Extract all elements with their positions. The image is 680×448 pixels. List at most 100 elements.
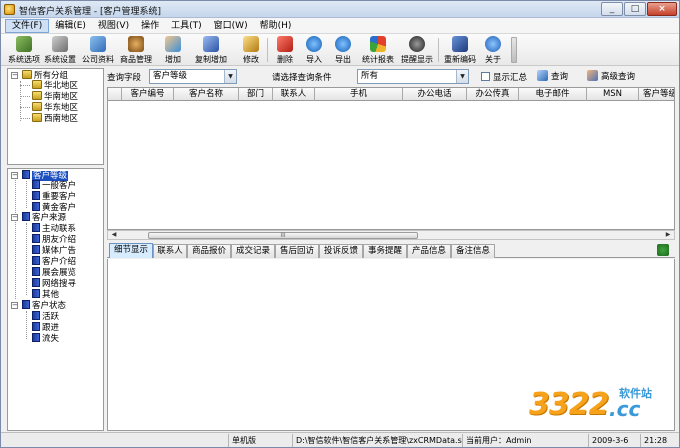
tab-complaints[interactable]: 投诉反馈: [319, 244, 363, 258]
tree-expander[interactable]: −: [11, 302, 18, 309]
tree-node-status-item[interactable]: 流失: [32, 333, 59, 344]
scroll-left-icon[interactable]: ◀: [109, 231, 119, 239]
bell-icon: [409, 36, 425, 52]
toolbar-export-button[interactable]: 导出: [331, 36, 355, 64]
menu-file[interactable]: 文件(F): [5, 18, 50, 33]
tree-node-source-item[interactable]: 网络搜寻: [32, 278, 76, 289]
show-summary-checkbox[interactable]: [481, 72, 490, 81]
column-header[interactable]: 联系人: [273, 88, 315, 101]
tree-node-region[interactable]: 华南地区: [32, 91, 78, 102]
toolbar-system-options-button[interactable]: 系统选项: [7, 36, 41, 64]
toolbar-overflow-handle[interactable]: [511, 37, 517, 63]
show-summary-label: 显示汇总: [493, 73, 528, 83]
book-icon: [32, 289, 40, 298]
column-header[interactable]: MSN: [587, 88, 639, 101]
query-bar: 查询字段 客户等级 ▼ 请选择查询条件 所有 ▼ 显示汇总 查询 高级查询: [107, 68, 675, 86]
grid-horizontal-scrollbar[interactable]: ◀ III ▶: [107, 230, 675, 240]
region-tree: − 所有分组 华北地区 华南地区 华东地区 西南地区: [7, 68, 104, 165]
menu-edit[interactable]: 编辑(E): [49, 19, 92, 33]
close-button[interactable]: ×: [647, 2, 677, 16]
book-icon: [32, 267, 40, 276]
query-condition-label: 请选择查询条件: [272, 73, 332, 83]
column-header[interactable]: 办公电话: [403, 88, 467, 101]
toolbar-add-button[interactable]: 增加: [161, 36, 185, 64]
query-condition-select[interactable]: 所有 ▼: [357, 69, 469, 84]
tree-expander[interactable]: −: [11, 72, 18, 79]
add-user-icon: [165, 36, 181, 52]
tree-node-source-item[interactable]: 展会展览: [32, 267, 76, 278]
scroll-right-icon[interactable]: ▶: [663, 231, 673, 239]
column-header[interactable]: 客户编号: [122, 88, 174, 101]
toolbar-import-button[interactable]: 导入: [302, 36, 326, 64]
toolbar-product-manage-button[interactable]: 商品管理: [118, 36, 154, 64]
menu-view[interactable]: 视图(V): [92, 19, 135, 33]
toolbar-separator: [438, 38, 439, 62]
tab-deals[interactable]: 成交记录: [231, 244, 275, 258]
tree-node-customer-source[interactable]: 客户来源: [22, 212, 66, 223]
watermark-number: 3322: [529, 387, 609, 422]
advanced-query-button[interactable]: 高级查询: [587, 70, 635, 84]
tree-node-source-item[interactable]: 主动联系: [32, 223, 76, 234]
tab-quotes[interactable]: 商品报价: [187, 244, 231, 258]
tools-icon: [52, 36, 68, 52]
toolbar-system-settings-button[interactable]: 系统设置: [43, 36, 77, 64]
column-header[interactable]: 客户等级: [639, 88, 674, 101]
toolbar-about-button[interactable]: 关于: [481, 36, 505, 64]
customer-grid[interactable]: 客户编号 客户名称 部门 联系人 手机 办公电话 办公传真 电子邮件 MSN 客…: [107, 87, 675, 230]
toolbar-delete-button[interactable]: 删除: [273, 36, 297, 64]
column-header[interactable]: 电子邮件: [519, 88, 587, 101]
tree-node-region[interactable]: 西南地区: [32, 113, 78, 124]
refresh-icon[interactable]: [657, 244, 669, 256]
column-header[interactable]: 部门: [239, 88, 273, 101]
folder-icon: [32, 113, 42, 122]
book-icon: [32, 322, 40, 331]
tree-expander[interactable]: −: [11, 214, 18, 221]
tree-node-status-item[interactable]: 活跃: [32, 311, 59, 322]
tab-notes[interactable]: 备注信息: [451, 244, 495, 258]
tree-node-status-item[interactable]: 跟进: [32, 322, 59, 333]
query-field-label: 查询字段: [107, 73, 142, 83]
tree-expander[interactable]: −: [11, 172, 18, 179]
book-icon: [32, 223, 40, 232]
tree-node-region[interactable]: 华东地区: [32, 102, 78, 113]
category-tree: − 客户等级 一般客户 重要客户 黄金客户 − 客户来源 主动联系 朋友介绍 媒…: [7, 168, 104, 431]
product-icon: [128, 36, 144, 52]
tab-product-info[interactable]: 产品信息: [407, 244, 451, 258]
menu-operation[interactable]: 操作: [135, 19, 165, 33]
toolbar-reminder-button[interactable]: 提醒显示: [399, 36, 435, 64]
toolbar-report-button[interactable]: 统计报表: [360, 36, 396, 64]
maximize-button[interactable]: □: [624, 2, 646, 16]
column-header[interactable]: 办公传真: [467, 88, 519, 101]
toolbar-recode-button[interactable]: 重新编码: [442, 36, 478, 64]
tab-contacts[interactable]: 联系人: [153, 244, 187, 258]
toolbar-edit-button[interactable]: 修改: [239, 36, 263, 64]
status-date: 2009-3-6: [589, 434, 641, 447]
column-header[interactable]: 手机: [315, 88, 403, 101]
menu-window[interactable]: 窗口(W): [208, 19, 254, 33]
scrollbar-thumb[interactable]: III: [148, 232, 418, 239]
query-field-select[interactable]: 客户等级 ▼: [149, 69, 237, 84]
toolbar-copy-add-button[interactable]: 复制增加: [193, 36, 229, 64]
tree-node-level-item[interactable]: 重要客户: [32, 191, 76, 202]
tree-node-source-item[interactable]: 媒体广告: [32, 245, 76, 256]
minimize-button[interactable]: _: [601, 2, 623, 16]
tree-node-source-item[interactable]: 客户介绍: [32, 256, 76, 267]
menu-tools[interactable]: 工具(T): [165, 19, 208, 33]
status-time: 21:28: [644, 436, 668, 445]
status-edition: 单机版: [229, 434, 293, 447]
tab-after-sales[interactable]: 售后回访: [275, 244, 319, 258]
tree-node-source-item[interactable]: 其他: [32, 289, 59, 300]
query-button[interactable]: 查询: [537, 70, 568, 84]
column-header[interactable]: 客户名称: [174, 88, 239, 101]
tab-details[interactable]: 细节显示: [109, 243, 153, 258]
toolbar-separator: [267, 38, 268, 62]
menu-help[interactable]: 帮助(H): [254, 19, 298, 33]
title-bar[interactable]: 智信客户关系管理 - [客户管理系统] _ □ ×: [1, 1, 679, 18]
toolbar-company-info-button[interactable]: 公司资料: [81, 36, 115, 64]
tree-node-region[interactable]: 华北地区: [32, 80, 78, 91]
tree-node-source-item[interactable]: 朋友介绍: [32, 234, 76, 245]
tree-node-customer-status[interactable]: 客户状态: [22, 300, 66, 311]
tree-node-level-item[interactable]: 一般客户: [32, 180, 76, 191]
tab-reminders[interactable]: 事务提醒: [363, 244, 407, 258]
row-indicator-header: [108, 88, 122, 101]
